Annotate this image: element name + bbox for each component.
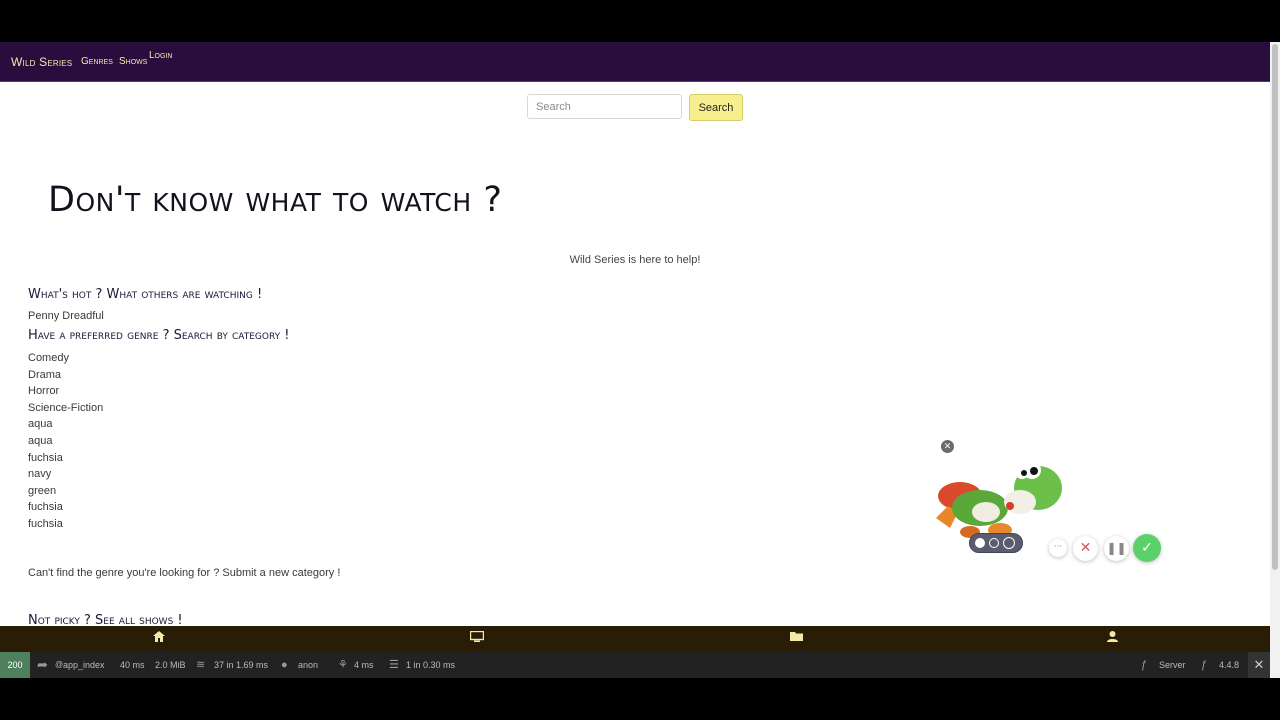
server-label[interactable]: Server [1159, 652, 1186, 678]
db-stats[interactable]: 1 in 0.30 ms [406, 652, 455, 678]
view-toggle[interactable] [969, 533, 1023, 553]
query-stats[interactable]: 37 in 1.69 ms [214, 652, 268, 678]
scrollbar-thumb[interactable] [1272, 44, 1278, 570]
symfony-version[interactable]: 4.4.8 [1219, 652, 1239, 678]
category-link[interactable]: fuchsia [28, 518, 63, 530]
twig-time[interactable]: 4 ms [354, 652, 374, 678]
whats-hot-heading: What's hot ? What others are watching ! [28, 287, 263, 302]
route-name[interactable]: app_index [63, 652, 105, 678]
folder-icon[interactable] [789, 631, 803, 645]
toggle-dot [1003, 537, 1015, 549]
user-icon: ● [281, 659, 288, 671]
category-list: Comedy Drama Horror Science-Fiction aqua… [28, 350, 103, 533]
list-item: green [28, 483, 103, 500]
hot-show-link[interactable]: Penny Dreadful [28, 310, 104, 322]
submit-category-link[interactable]: Can't find the genre you're looking for … [28, 567, 340, 579]
tv-icon[interactable] [469, 630, 485, 645]
page-scrollbar[interactable] [1270, 42, 1280, 678]
list-item: fuchsia [28, 516, 103, 533]
close-toolbar-icon[interactable]: ✕ [1248, 652, 1270, 678]
home-icon[interactable] [152, 631, 166, 645]
status-code-badge[interactable]: 200 [0, 652, 30, 678]
category-link[interactable]: fuchsia [28, 501, 63, 513]
list-item: aqua [28, 416, 103, 433]
list-item: navy [28, 466, 103, 483]
bottom-nav [0, 626, 1270, 652]
toggle-dot [989, 538, 999, 548]
list-item: Science-Fiction [28, 400, 103, 417]
category-link[interactable]: navy [28, 468, 51, 480]
user-icon[interactable] [1105, 631, 1119, 645]
browser-viewport: Wild Series Genres Shows Login Search Do… [0, 42, 1270, 678]
top-navbar: Wild Series Genres Shows Login [0, 42, 1270, 82]
nav-link-genres[interactable]: Genres [81, 56, 113, 67]
genre-heading: Have a preferred genre ? Search by categ… [28, 328, 290, 343]
current-user[interactable]: anon [298, 652, 318, 678]
category-link[interactable]: Drama [28, 369, 61, 381]
hero-title: Don't know what to watch ? [48, 180, 503, 220]
request-time[interactable]: 40 ms [120, 652, 145, 678]
pause-icon[interactable]: ❚❚ [1104, 536, 1129, 561]
database-icon: ☰ [389, 659, 399, 671]
list-item: fuchsia [28, 450, 103, 467]
category-link[interactable]: aqua [28, 418, 52, 430]
category-link[interactable]: aqua [28, 435, 52, 447]
category-link[interactable]: Science-Fiction [28, 402, 103, 414]
dismiss-icon[interactable]: ✕ [1073, 536, 1098, 561]
list-item: fuchsia [28, 499, 103, 516]
list-item: aqua [28, 433, 103, 450]
layers-icon: ≋ [196, 659, 206, 671]
brand-link[interactable]: Wild Series [11, 55, 72, 69]
check-icon[interactable]: ✓ [1133, 534, 1161, 562]
more-icon[interactable]: ··· [1049, 539, 1067, 557]
route-prefix: @ [55, 660, 64, 669]
symfony-logo-icon: ƒ [1201, 659, 1208, 671]
route-icon: ➦ [37, 657, 48, 672]
debug-toolbar: 200 ➦ @ app_index 40 ms 2.0 MiB ≋ 37 in … [0, 652, 1270, 678]
search-input[interactable] [527, 94, 682, 119]
category-link[interactable]: Horror [28, 385, 59, 397]
list-item: Comedy [28, 350, 103, 367]
yoshi-plush-image [936, 461, 1062, 538]
list-item: Horror [28, 383, 103, 400]
tagline: Wild Series is here to help! [569, 254, 701, 266]
nav-link-shows[interactable]: Shows [119, 56, 147, 67]
category-link[interactable]: Comedy [28, 352, 69, 364]
category-link[interactable]: green [28, 485, 56, 497]
toggle-dot [975, 538, 985, 548]
category-link[interactable]: fuchsia [28, 452, 63, 464]
symfony-icon: ƒ [1141, 659, 1148, 671]
search-button[interactable]: Search [689, 94, 743, 121]
list-item: Drama [28, 367, 103, 384]
twig-icon: ⚘ [338, 659, 348, 671]
memory-usage[interactable]: 2.0 MiB [155, 652, 186, 678]
nav-link-login[interactable]: Login [149, 50, 172, 61]
